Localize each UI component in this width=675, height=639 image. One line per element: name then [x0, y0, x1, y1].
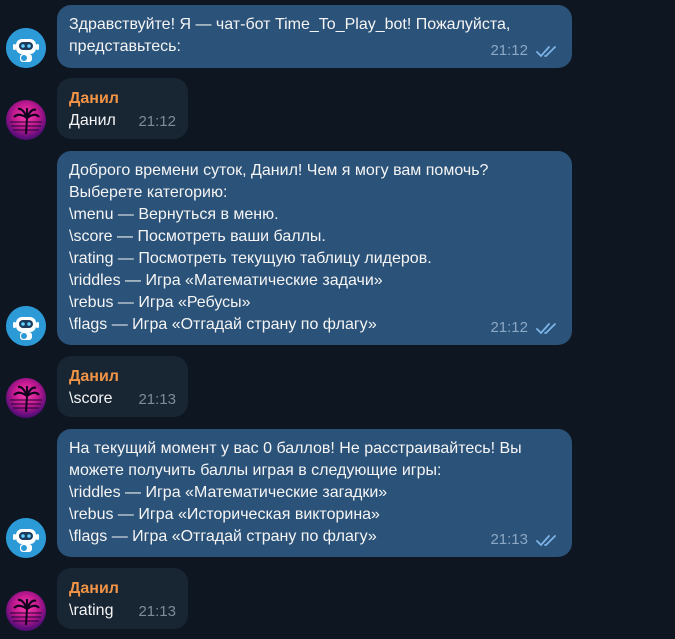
- message-time: 21:12: [490, 319, 528, 336]
- user-message-bubble[interactable]: Данил Данил 21:12: [57, 78, 188, 139]
- robot-icon: [6, 518, 46, 558]
- message-time: 21:12: [490, 42, 528, 59]
- robot-icon: [6, 306, 46, 346]
- bot-message-bubble[interactable]: Здравствуйте! Я — чат-бот Time_To_Play_b…: [57, 5, 572, 68]
- bot-message-bubble[interactable]: На текущий момент у вас 0 баллов! Не рас…: [57, 429, 572, 557]
- message-text-line: \flags — Игра «Отгадай страну по флагу»: [69, 316, 377, 333]
- bot-message-bubble[interactable]: Доброго времени суток, Данил! Чем я могу…: [57, 151, 572, 345]
- message-time: 21:13: [490, 531, 528, 548]
- bot-avatar[interactable]: [6, 518, 46, 558]
- message-text-line: Здравствуйте! Я — чат-бот Time_To_Play_b…: [69, 16, 511, 33]
- user-avatar[interactable]: [6, 100, 46, 140]
- sender-name: Данил: [69, 368, 119, 385]
- user-avatar[interactable]: [6, 591, 46, 631]
- sender-name: Данил: [69, 90, 119, 107]
- message-meta: 21:12: [490, 317, 560, 339]
- bot-avatar[interactable]: [6, 28, 46, 68]
- message-text-line: Доброго времени суток, Данил! Чем я могу…: [69, 162, 489, 179]
- message-meta: 21:13: [138, 389, 176, 411]
- message-text-line: \riddles — Игра «Математические задачи»: [69, 272, 383, 289]
- message-text-line: можете получить баллы играя в следующие …: [69, 462, 442, 479]
- message-text-line: На текущий момент у вас 0 баллов! Не рас…: [69, 440, 522, 457]
- message-text-line: \flags — Игра «Отгадай страну по флагу»: [69, 528, 377, 545]
- message-text-line: \rebus — Игра «Историческая викторина»: [69, 506, 380, 523]
- message-text-line: \rebus — Игра «Ребусы»: [69, 294, 251, 311]
- bot-avatar[interactable]: [6, 306, 46, 346]
- user-avatar[interactable]: [6, 378, 46, 418]
- message-text-line: \rating — Посмотреть текущую таблицу лид…: [69, 250, 432, 267]
- chat-history: Здравствуйте! Я — чат-бот Time_To_Play_b…: [0, 0, 675, 639]
- double-check-icon: [536, 323, 556, 335]
- palm-sunset-icon: [10, 107, 42, 135]
- message-meta: 21:13: [138, 601, 176, 623]
- sender-name: Данил: [69, 580, 119, 597]
- message-text-line: \score — Посмотреть ваши баллы.: [69, 228, 326, 245]
- double-check-icon: [536, 535, 556, 547]
- message-meta: 21:12: [490, 40, 560, 62]
- message-text-line: \menu — Вернуться в меню.: [69, 206, 279, 223]
- robot-icon: [6, 28, 46, 68]
- message-meta: 21:12: [138, 111, 176, 133]
- message-time: 21:12: [138, 113, 176, 130]
- message-text-line: представьтесь:: [69, 38, 181, 55]
- user-message-bubble[interactable]: Данил \rating 21:13: [57, 568, 188, 629]
- palm-sunset-icon: [10, 598, 42, 626]
- message-time: 21:13: [138, 603, 176, 620]
- message-meta: 21:13: [490, 529, 560, 551]
- palm-sunset-icon: [10, 385, 42, 413]
- message-text-line: \riddles — Игра «Математические загадки»: [69, 484, 388, 501]
- user-message-bubble[interactable]: Данил \score 21:13: [57, 356, 188, 417]
- message-time: 21:13: [138, 391, 176, 408]
- double-check-icon: [536, 46, 556, 58]
- message-text-line: Выберете категорию:: [69, 184, 228, 201]
